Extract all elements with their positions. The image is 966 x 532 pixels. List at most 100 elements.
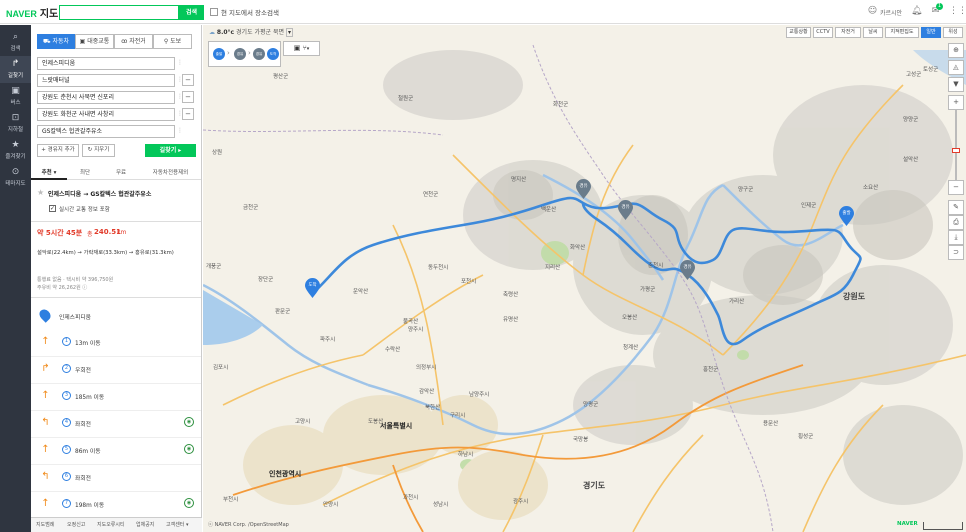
- map-search-checkbox[interactable]: [210, 8, 218, 16]
- find-route-button[interactable]: 길찾기 ▸: [145, 144, 196, 157]
- waypoint-end[interactable]: GS칼텍스 헙관갈주유소: [37, 125, 175, 138]
- cadastral-button[interactable]: 지적편집도: [885, 27, 919, 38]
- search-icon: ⌕: [12, 32, 19, 42]
- waypoint-start[interactable]: 인제스피디움: [37, 57, 175, 70]
- map-label: 북한산: [425, 405, 441, 411]
- start-pin[interactable]: 출발: [838, 206, 855, 227]
- map-label: 명지산: [511, 177, 527, 183]
- poi-filter[interactable]: ▣ ⑂▾: [283, 41, 320, 56]
- report-link[interactable]: 오정신고: [67, 521, 85, 528]
- user-name[interactable]: 카르시안: [880, 8, 902, 17]
- option-shortest[interactable]: 최단: [67, 167, 103, 180]
- bell-icon[interactable]: 🔔︎: [911, 6, 922, 17]
- nav-bus[interactable]: ▣ 버스: [0, 83, 31, 110]
- option-no-expressway[interactable]: 자동차전용제외: [139, 167, 201, 180]
- list-item[interactable]: ↰ 4 좌회전 ◉: [31, 411, 201, 438]
- option-free[interactable]: 무료: [103, 167, 139, 180]
- remove-waypoint-button[interactable]: −: [182, 91, 194, 103]
- drag-handle-icon[interactable]: ⋮: [177, 76, 183, 84]
- map-label: 포천시: [461, 279, 477, 285]
- map-label: 토성군: [923, 67, 939, 73]
- bus-icon: ▣: [293, 44, 301, 52]
- cctv-button[interactable]: CCTV: [813, 27, 833, 38]
- clear-button[interactable]: ↻ 지우기: [82, 144, 115, 157]
- map-label: 불곡산: [403, 319, 419, 325]
- tab-transit[interactable]: ▣ 대중교통: [75, 34, 114, 49]
- subway-icon: ⊡: [11, 113, 20, 123]
- region-label: 강원도: [843, 292, 866, 301]
- apps-grid-icon[interactable]: ⋮⋮: [949, 6, 966, 17]
- waypoint-3[interactable]: 강원도 화천군 사내면 사창리: [37, 108, 175, 121]
- list-item[interactable]: ↑ 7 198m 이동 ◉: [31, 492, 201, 519]
- zoom-out-button[interactable]: −: [948, 180, 964, 195]
- error-link[interactable]: 지도오류시티: [97, 521, 125, 528]
- nav-directions[interactable]: ↱ 길찾기: [0, 56, 31, 83]
- list-item[interactable]: ↑ 1 13m 이동: [31, 330, 201, 357]
- notice-link[interactable]: 업체공지: [136, 521, 154, 528]
- print-icon[interactable]: ⎙: [948, 215, 964, 230]
- save-icon[interactable]: ⤓: [948, 230, 964, 245]
- waypoint-2[interactable]: 강원도 춘천시 사북면 신포리: [37, 91, 175, 104]
- waypoint-pin[interactable]: 경유: [575, 179, 592, 200]
- map-label: 화천군: [553, 102, 569, 108]
- zoom-slider[interactable]: [955, 110, 957, 180]
- route-summary-chip[interactable]: 출발 › 경유 › 경유 도착: [208, 41, 281, 67]
- realtime-checkbox[interactable]: ✓: [49, 205, 56, 212]
- map-label: 부천시: [223, 497, 239, 503]
- share-icon[interactable]: ⊃: [948, 245, 964, 260]
- compass-icon[interactable]: ◬: [948, 60, 964, 75]
- start-chip: 출발: [213, 48, 225, 60]
- route-title: 인제스피디움 → GS칼텍스 헙관갈주유소: [48, 191, 152, 198]
- list-item[interactable]: ↰ 6 좌회전: [31, 465, 201, 492]
- normal-map-button[interactable]: 일반: [921, 27, 941, 38]
- map-canvas[interactable]: 토성군 철원군 화천군 연천군 양구군 고성군 인제군 양양군 포천시 가평군 …: [203, 25, 966, 532]
- remove-waypoint-button[interactable]: −: [182, 74, 194, 86]
- naver-logo[interactable]: NAVER 지도: [6, 5, 58, 20]
- list-item[interactable]: ↱ 2 우회전: [31, 357, 201, 384]
- waypoint-pin[interactable]: 경유: [679, 260, 696, 281]
- remove-waypoint-button[interactable]: −: [182, 108, 194, 120]
- search-input[interactable]: [59, 5, 179, 20]
- add-waypoint-button[interactable]: + 경유지 추가: [37, 144, 79, 157]
- weather-info[interactable]: ☁ 8.0°c 경기도 가평군 북면 ▾: [209, 27, 293, 37]
- tab-walk[interactable]: ⚲ 도보: [153, 34, 192, 49]
- drag-handle-icon[interactable]: ⋮: [177, 93, 183, 101]
- favorite-star-icon[interactable]: ★: [37, 188, 44, 197]
- ruler-icon[interactable]: ✎: [948, 200, 964, 215]
- nav-subway[interactable]: ⊡ 지하철: [0, 110, 31, 137]
- map-label: 가리산: [729, 299, 745, 305]
- straight-arrow-icon: ↑: [41, 444, 50, 455]
- nav-favorites[interactable]: ★ 즐겨찾기: [0, 137, 31, 164]
- drag-handle-icon[interactable]: ⋮: [177, 127, 183, 135]
- waypoint-pin[interactable]: 경유: [617, 200, 634, 221]
- waypoint-1[interactable]: 느랏매터널: [37, 74, 175, 87]
- locate-icon[interactable]: ⊕: [948, 43, 964, 58]
- drag-handle-icon[interactable]: ⋮: [177, 110, 183, 118]
- zoom-handle[interactable]: [952, 148, 960, 153]
- north-icon[interactable]: ▼: [948, 77, 964, 92]
- satellite-button[interactable]: 위성: [943, 27, 963, 38]
- map-label: 화악산: [570, 245, 586, 251]
- pin-icon: ⊙: [11, 167, 20, 177]
- option-recommended[interactable]: 추천 ▾: [31, 167, 67, 180]
- zoom-in-button[interactable]: +: [948, 95, 964, 110]
- list-item[interactable]: ↑ 5 86m 이동 ◉: [31, 438, 201, 465]
- weather-button[interactable]: 날씨: [863, 27, 883, 38]
- search-button[interactable]: 검색: [179, 5, 204, 20]
- directions-icon: ↱: [11, 59, 20, 69]
- bus-icon: ▣: [11, 86, 20, 96]
- user-icon[interactable]: ☺: [867, 6, 878, 17]
- list-item[interactable]: ↑ 3 185m 이동: [31, 384, 201, 411]
- tab-bicycle[interactable]: ꝏ 자전거: [114, 34, 153, 49]
- start-marker-icon: [37, 307, 53, 323]
- bicycle-button[interactable]: 자전거: [835, 27, 861, 38]
- help-link[interactable]: 고객센터 ▾: [166, 521, 189, 528]
- legend-link[interactable]: 지도범례: [36, 521, 54, 528]
- tab-car[interactable]: ⛟ 자동차: [37, 34, 75, 49]
- drag-handle-icon[interactable]: ⋮: [177, 59, 183, 67]
- nav-theme-map[interactable]: ⊙ 테마지도: [0, 164, 31, 191]
- end-pin[interactable]: 도착: [304, 278, 321, 299]
- traffic-button[interactable]: 교통상황: [786, 27, 811, 38]
- nav-search[interactable]: ⌕ 검색: [0, 29, 31, 56]
- map-label: 양주시: [408, 327, 424, 333]
